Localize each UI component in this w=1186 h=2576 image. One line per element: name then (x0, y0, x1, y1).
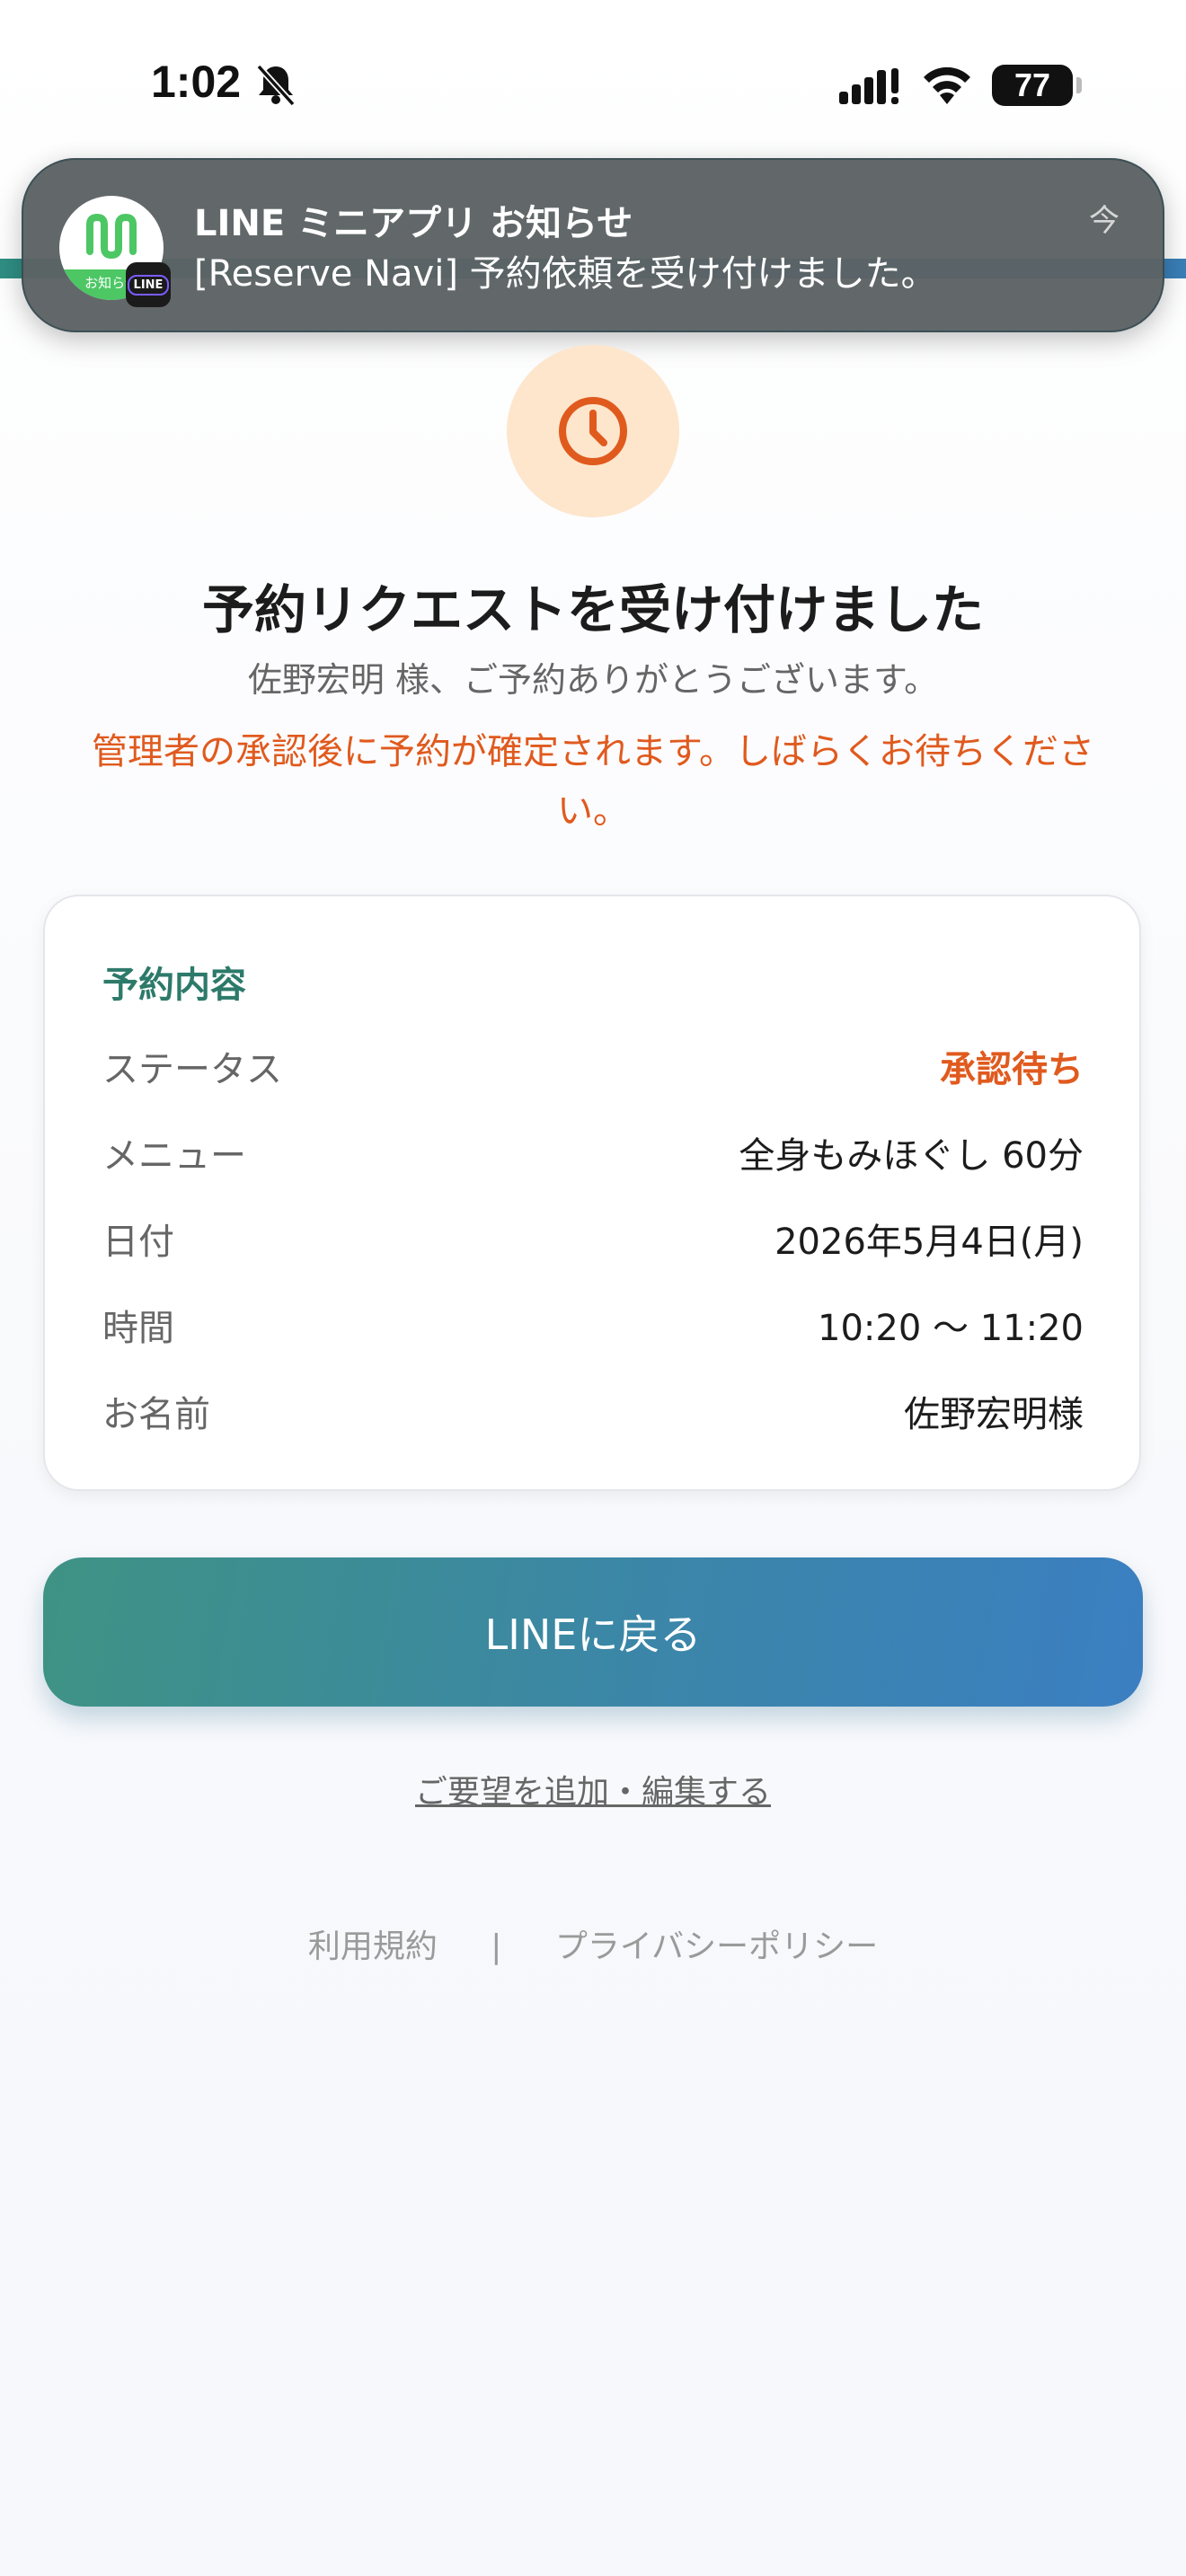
approval-notice: 管理者の承認後に予約が確定されます。しばらくお待ちください。 (92, 731, 1094, 832)
page-title: 予約リクエストを受け付けました (201, 579, 984, 640)
notification-time: 今 (1089, 203, 1120, 239)
detail-value: 2026年5月4日(月) (774, 1222, 1084, 1263)
back-to-line-button[interactable]: LINEに戻る (43, 1557, 1143, 1707)
detail-row-menu: メニュー 全身もみほぐし 60分 (102, 1126, 1084, 1180)
notification-banner[interactable]: お知らせ LINE LINE ミニアプリ お知らせ [Reserve Navi]… (22, 158, 1164, 332)
detail-value: 全身もみほぐし 60分 (739, 1135, 1084, 1177)
battery-icon: 77 (992, 65, 1073, 106)
pending-status-badge (507, 345, 679, 517)
detail-label: 日付 (102, 1222, 174, 1263)
footer-separator: | (491, 1928, 502, 1965)
detail-label: メニュー (102, 1135, 246, 1177)
detail-value: 10:20 〜 11:20 (818, 1308, 1084, 1349)
privacy-policy-link[interactable]: プライバシーポリシー (555, 1928, 878, 1965)
detail-row-time: 時間 10:20 〜 11:20 (102, 1299, 1084, 1353)
bell-slash-icon (256, 64, 296, 106)
card-heading: 予約内容 (102, 965, 246, 1006)
line-badge-label: LINE (127, 274, 170, 296)
battery-tip (1076, 77, 1082, 93)
thanks-message: 佐野宏明 様、ご予約ありがとうございます。 (247, 660, 939, 700)
notification-message: [Reserve Navi] 予約依頼を受け付けました。 (194, 253, 937, 295)
status-time: 1:02 (151, 57, 242, 107)
reservation-details-card: 予約内容 ステータス 承認待ち メニュー 全身もみほぐし 60分 日付 2026… (43, 895, 1141, 1491)
edit-request-link[interactable]: ご要望を追加・編集する (0, 1766, 1186, 1813)
status-bar: 1:02 77 (0, 0, 1186, 162)
detail-row-name: お名前 佐野宏明様 (102, 1385, 1084, 1439)
terms-link[interactable]: 利用規約 (308, 1928, 438, 1965)
footer-links: 利用規約 | プライバシーポリシー (0, 1920, 1186, 1967)
detail-label: ステータス (102, 1049, 282, 1090)
signal-icon (839, 68, 898, 104)
notification-title: LINE ミニアプリ お知らせ (194, 203, 633, 244)
detail-label: 時間 (102, 1308, 174, 1349)
detail-label: お名前 (102, 1394, 210, 1435)
status-badge: 承認待ち (940, 1049, 1084, 1090)
detail-value: 佐野宏明様 (904, 1394, 1084, 1435)
clock-icon (559, 397, 627, 465)
wifi-icon (924, 66, 970, 104)
detail-row-status: ステータス 承認待ち (102, 1040, 1084, 1094)
detail-row-date: 日付 2026年5月4日(月) (102, 1213, 1084, 1266)
line-badge-icon: LINE (126, 262, 171, 307)
